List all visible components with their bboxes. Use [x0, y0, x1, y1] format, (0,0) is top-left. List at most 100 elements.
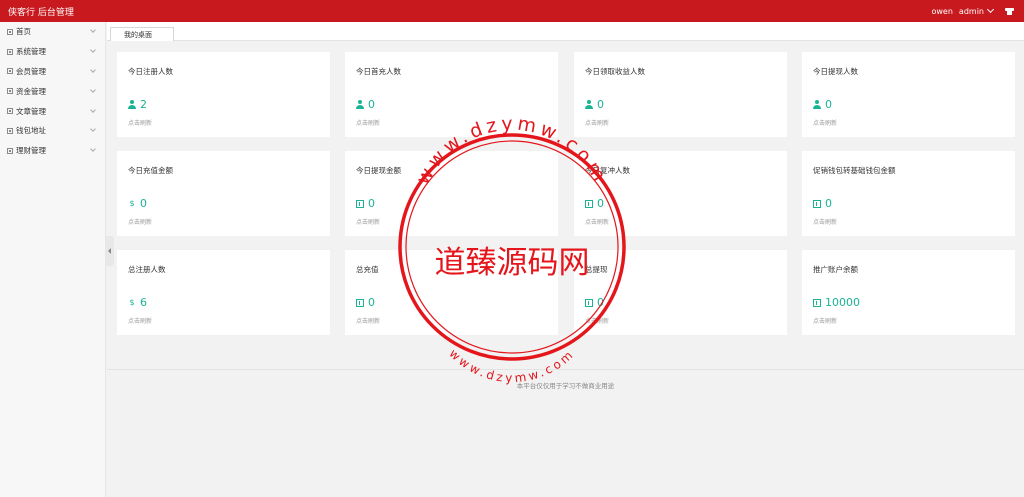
sidebar-collapse-handle[interactable] [106, 236, 114, 266]
card-value-number: 0 [368, 98, 375, 111]
top-header: 侠客行 后台管理 owen admin [0, 0, 1024, 22]
refresh-link[interactable]: 点击刷新 [813, 118, 837, 127]
card-value: 2 [128, 98, 147, 111]
sidebar-item-label: 钱包地址 [16, 126, 46, 136]
stat-card-today-withdraw-amount: 今日提现金额 0 点击刷新 [345, 151, 558, 236]
bill-icon [356, 199, 364, 208]
stat-card-total-deposit: 总充值 0 点击刷新 [345, 250, 558, 335]
refresh-link[interactable]: 点击刷新 [356, 217, 380, 226]
chevron-down-icon [90, 146, 96, 153]
card-value-number: 0 [368, 296, 375, 309]
card-value: 0 [585, 296, 604, 309]
refresh-link[interactable]: 点击刷新 [813, 316, 837, 325]
chevron-down-icon [90, 106, 96, 113]
bill-icon [585, 298, 593, 307]
header-user-area: owen admin [931, 5, 1014, 16]
money-icon: $ [129, 298, 135, 307]
footer-text: 本平台仅仅用于学习不做商业用途 [516, 382, 615, 390]
menu-icon [7, 88, 13, 95]
chevron-down-icon [90, 86, 96, 93]
card-value: 0 [585, 98, 604, 111]
card-value-number: 0 [597, 296, 604, 309]
stat-card-today-first-deposit: 今日首充人数 0 点击刷新 [345, 52, 558, 137]
menu-icon [7, 127, 13, 134]
refresh-link[interactable]: 点击刷新 [585, 118, 609, 127]
card-title: 今日领取收益人数 [585, 67, 645, 76]
menu-icon [7, 108, 13, 115]
sidebar-item-system[interactable]: 系统管理 [0, 42, 105, 62]
sidebar-item-label: 文章管理 [16, 106, 46, 116]
skin-icon[interactable] [1005, 7, 1014, 15]
card-title: 今日提现金额 [356, 166, 401, 175]
tab-bar: 我的桌面 [107, 22, 1024, 41]
card-value-number: 0 [368, 197, 375, 210]
card-title: 今日提现人数 [813, 67, 858, 76]
chevron-down-icon [90, 47, 96, 54]
header-username: owen [931, 6, 953, 16]
menu-icon [7, 48, 13, 55]
chevron-down-icon [986, 5, 995, 14]
admin-menu[interactable]: admin [959, 5, 995, 16]
menu-icon [7, 68, 13, 75]
card-value-number: 0 [825, 197, 832, 210]
sidebar-item-home[interactable]: 首页 [0, 22, 105, 42]
tab-my-desktop[interactable]: 我的桌面 [110, 27, 174, 41]
card-value-number: 0 [597, 98, 604, 111]
card-title: 今日首充人数 [356, 67, 401, 76]
card-title: 推广账户余额 [813, 265, 858, 274]
stat-card-today-withdraw-users: 今日提现人数 0 点击刷新 [802, 52, 1015, 137]
sidebar-item-label: 首页 [16, 27, 31, 37]
sidebar-item-members[interactable]: 会员管理 [0, 62, 105, 82]
card-value-number: 6 [140, 296, 147, 309]
stat-card-promo-wallet-transfer: 促销钱包转基础钱包金额 0 点击刷新 [802, 151, 1015, 236]
card-value: 0 [356, 296, 375, 309]
stat-card-today-redeposit: 今日复冲人数 0 点击刷新 [574, 151, 787, 236]
chevron-down-icon [90, 27, 96, 34]
refresh-link[interactable]: 点击刷新 [585, 217, 609, 226]
refresh-link[interactable]: 点击刷新 [356, 316, 380, 325]
card-value: 10000 [813, 296, 860, 309]
bill-icon [813, 199, 821, 208]
card-value: 0 [356, 98, 375, 111]
person-icon [128, 100, 136, 109]
refresh-link[interactable]: 点击刷新 [585, 316, 609, 325]
card-value-number: 0 [825, 98, 832, 111]
sidebar: 首页 系统管理 会员管理 资金管理 文章管理 钱包地址 理财管理 [0, 22, 106, 497]
tab-label: 我的桌面 [124, 30, 152, 39]
bill-icon [585, 199, 593, 208]
refresh-link[interactable]: 点击刷新 [128, 118, 152, 127]
chevron-down-icon [90, 67, 96, 73]
refresh-link[interactable]: 点击刷新 [128, 217, 152, 226]
card-value: $6 [128, 296, 147, 309]
stat-card-promo-balance: 推广账户余额 10000 点击刷新 [802, 250, 1015, 335]
app-title: 侠客行 后台管理 [8, 7, 74, 18]
card-title: 总注册人数 [128, 265, 166, 274]
sidebar-item-label: 理财管理 [16, 146, 46, 156]
person-icon [585, 100, 593, 109]
refresh-link[interactable]: 点击刷新 [128, 316, 152, 325]
sidebar-item-wallet[interactable]: 钱包地址 [0, 121, 105, 141]
money-icon: $ [129, 199, 135, 208]
card-title: 今日复冲人数 [585, 166, 630, 175]
menu-icon [7, 147, 13, 154]
chevron-down-icon [90, 126, 96, 133]
content-divider [107, 369, 1024, 370]
card-title: 促销钱包转基础钱包金额 [813, 166, 896, 175]
refresh-link[interactable]: 点击刷新 [356, 118, 380, 127]
sidebar-item-funds[interactable]: 资金管理 [0, 81, 105, 101]
card-title: 今日充值金额 [128, 166, 173, 175]
card-value: 0 [356, 197, 375, 210]
stat-card-total-withdraw: 总提现 0 点击刷新 [574, 250, 787, 335]
refresh-link[interactable]: 点击刷新 [813, 217, 837, 226]
card-title: 今日注册人数 [128, 67, 173, 76]
sidebar-item-label: 会员管理 [16, 66, 46, 76]
card-title: 总充值 [356, 265, 379, 274]
card-value-number: 10000 [825, 296, 860, 309]
card-value: 0 [813, 98, 832, 111]
sidebar-item-label: 资金管理 [16, 86, 46, 96]
sidebar-item-finance[interactable]: 理财管理 [0, 141, 105, 161]
card-title: 总提现 [585, 265, 608, 274]
sidebar-item-articles[interactable]: 文章管理 [0, 101, 105, 121]
stat-card-today-registrations: 今日注册人数 2 点击刷新 [117, 52, 330, 137]
menu-icon [7, 28, 13, 35]
